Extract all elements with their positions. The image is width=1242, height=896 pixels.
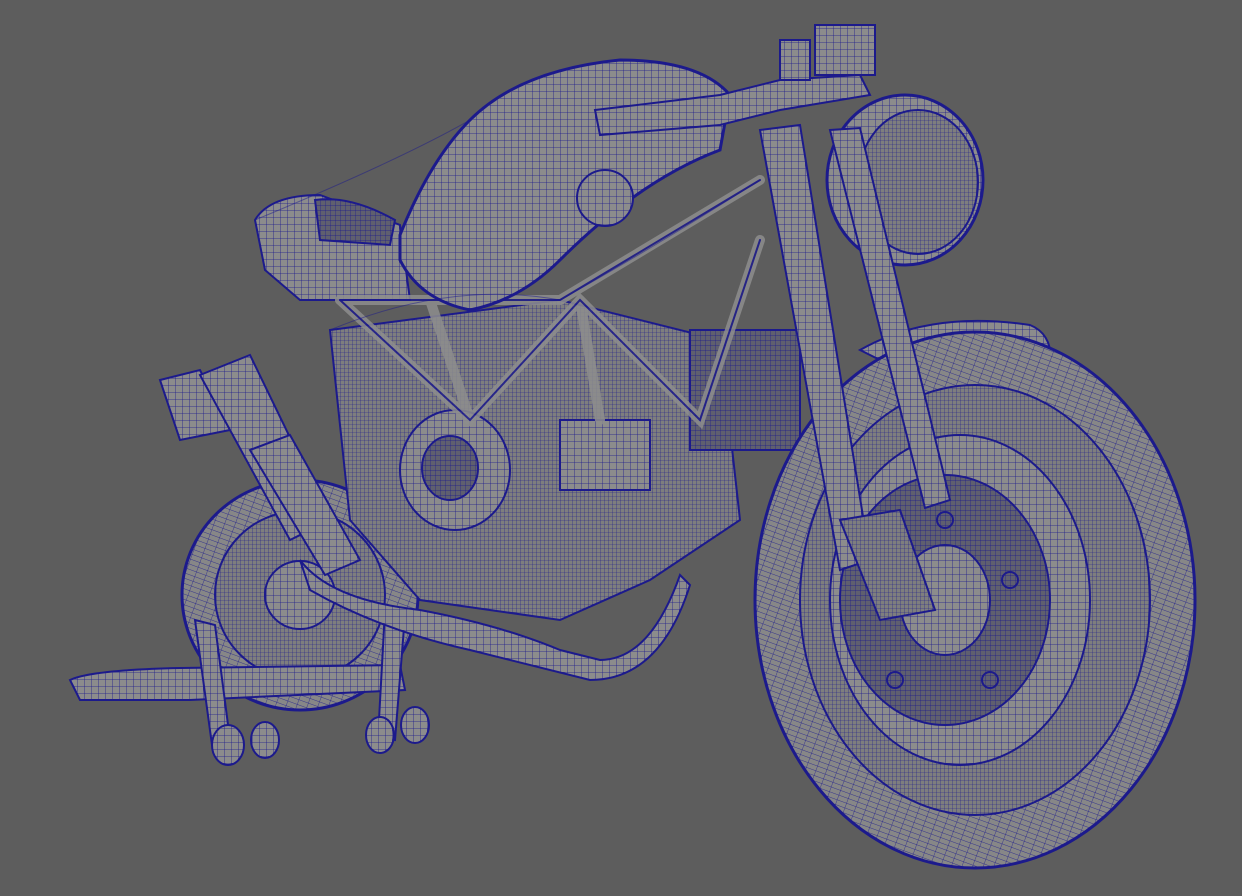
engine[interactable]: [328, 298, 801, 622]
3d-viewport[interactable]: [0, 0, 1242, 896]
wireframe-render[interactable]: [0, 0, 1242, 896]
fuel-tank[interactable]: [398, 58, 732, 312]
